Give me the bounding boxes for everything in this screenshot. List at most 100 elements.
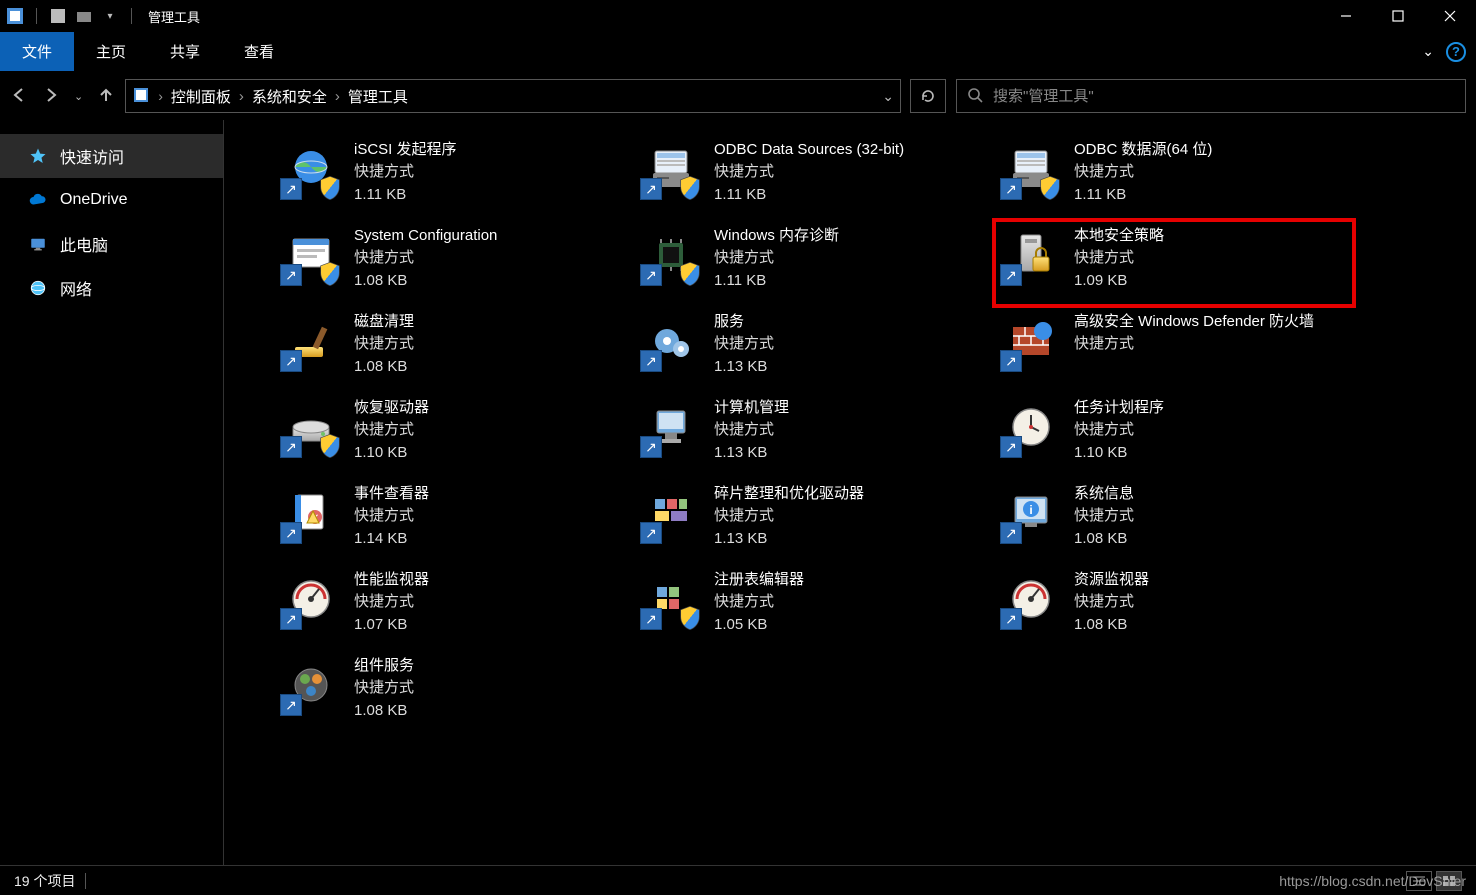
dropdown-icon[interactable]: ▾ [101, 7, 119, 25]
file-meta: ODBC 数据源(64 位)快捷方式1.11 KB [1074, 138, 1212, 205]
eventlog-icon [280, 482, 342, 544]
file-type: 快捷方式 [1074, 420, 1164, 440]
back-button[interactable] [10, 86, 28, 107]
file-item[interactable]: 服务快捷方式1.13 KB [634, 306, 994, 392]
breadcrumb-item[interactable]: 管理工具 [348, 86, 408, 107]
status-item-count: 19 个项目 [14, 871, 75, 891]
shortcut-badge-icon [640, 264, 662, 286]
pc-icon [28, 234, 48, 254]
search-input[interactable] [993, 88, 1455, 105]
file-item[interactable]: 恢复驱动器快捷方式1.10 KB [274, 392, 634, 478]
file-meta: System Configuration快捷方式1.08 KB [354, 224, 497, 291]
up-button[interactable] [97, 86, 115, 107]
file-item[interactable]: 碎片整理和优化驱动器快捷方式1.13 KB [634, 478, 994, 564]
minimize-button[interactable] [1320, 0, 1372, 32]
file-size: 1.11 KB [714, 185, 904, 205]
file-meta: 组件服务快捷方式1.08 KB [354, 654, 414, 721]
file-type: 快捷方式 [714, 506, 864, 526]
sidebar-item-this-pc[interactable]: 此电脑 [0, 222, 223, 266]
file-item[interactable]: ODBC Data Sources (32-bit)快捷方式1.11 KB [634, 134, 994, 220]
breadcrumb-separator: › [335, 88, 340, 105]
shortcut-badge-icon [280, 608, 302, 630]
file-item[interactable]: 计算机管理快捷方式1.13 KB [634, 392, 994, 478]
refresh-button[interactable] [910, 79, 946, 113]
file-meta: 注册表编辑器快捷方式1.05 KB [714, 568, 804, 635]
status-bar: 19 个项目 [0, 865, 1476, 895]
tab-share[interactable]: 共享 [148, 32, 222, 71]
secpol-icon [1000, 224, 1062, 286]
separator [131, 8, 132, 24]
file-size: 1.13 KB [714, 529, 864, 549]
file-type: 快捷方式 [354, 420, 429, 440]
file-type: 快捷方式 [354, 592, 429, 612]
shortcut-badge-icon [1000, 350, 1022, 372]
clock-icon [1000, 396, 1062, 458]
file-meta: 事件查看器快捷方式1.14 KB [354, 482, 429, 549]
breadcrumb-item[interactable]: 控制面板 [171, 86, 231, 107]
file-size: 1.13 KB [714, 443, 789, 463]
address-bar[interactable]: › 控制面板 › 系统和安全 › 管理工具 ⌄ [125, 79, 901, 113]
ribbon: 文件 主页 共享 查看 ⌄ ? [0, 32, 1476, 72]
maximize-button[interactable] [1372, 0, 1424, 32]
file-item[interactable]: 资源监视器快捷方式1.08 KB [994, 564, 1354, 650]
gauge-icon [280, 568, 342, 630]
shortcut-badge-icon [280, 350, 302, 372]
odbc-icon [640, 138, 702, 200]
file-item[interactable]: 磁盘清理快捷方式1.08 KB [274, 306, 634, 392]
file-item[interactable]: 性能监视器快捷方式1.07 KB [274, 564, 634, 650]
shortcut-badge-icon [640, 436, 662, 458]
window-title: 管理工具 [148, 7, 200, 26]
file-item[interactable]: 事件查看器快捷方式1.14 KB [274, 478, 634, 564]
new-folder-icon[interactable] [75, 7, 93, 25]
tab-file[interactable]: 文件 [0, 32, 74, 71]
forward-button[interactable] [42, 86, 60, 107]
quick-access-toolbar: ▾ 管理工具 [0, 7, 200, 26]
help-icon[interactable]: ? [1446, 42, 1466, 62]
file-name: 服务 [714, 312, 774, 332]
file-size: 1.08 KB [1074, 529, 1134, 549]
recent-dropdown-icon[interactable]: ⌄ [74, 90, 83, 103]
file-item[interactable]: 高级安全 Windows Defender 防火墙快捷方式 [994, 306, 1354, 392]
shortcut-badge-icon [280, 178, 302, 200]
file-item[interactable]: 任务计划程序快捷方式1.10 KB [994, 392, 1354, 478]
chip-icon [640, 224, 702, 286]
breadcrumb-separator: › [158, 88, 163, 104]
drive-icon [280, 396, 342, 458]
sidebar-item-onedrive[interactable]: OneDrive [0, 178, 223, 222]
shield-overlay-icon [316, 174, 344, 202]
file-type: 快捷方式 [354, 506, 429, 526]
properties-icon[interactable] [49, 7, 67, 25]
titlebar: ▾ 管理工具 [0, 0, 1476, 32]
file-item[interactable]: 本地安全策略快捷方式1.09 KB [994, 220, 1354, 306]
file-item[interactable]: iSCSI 发起程序快捷方式1.11 KB [274, 134, 634, 220]
shortcut-badge-icon [640, 178, 662, 200]
file-item[interactable]: 注册表编辑器快捷方式1.05 KB [634, 564, 994, 650]
file-item[interactable]: ODBC 数据源(64 位)快捷方式1.11 KB [994, 134, 1354, 220]
address-dropdown-icon[interactable]: ⌄ [882, 88, 894, 105]
sidebar-item-network[interactable]: 网络 [0, 266, 223, 310]
sidebar-item-quick-access[interactable]: 快速访问 [0, 134, 223, 178]
breadcrumb-item[interactable]: 系统和安全 [252, 86, 327, 107]
file-type: 快捷方式 [714, 162, 904, 182]
tab-view[interactable]: 查看 [222, 32, 296, 71]
watermark: https://blog.csdn.net/DovSnier [1279, 873, 1466, 889]
ribbon-expand-icon[interactable]: ⌄ [1422, 43, 1434, 60]
sidebar-item-label: 网络 [60, 276, 92, 300]
file-type: 快捷方式 [714, 334, 774, 354]
search-box[interactable] [956, 79, 1466, 113]
compmgmt-icon [640, 396, 702, 458]
close-button[interactable] [1424, 0, 1476, 32]
file-size: 1.11 KB [1074, 185, 1212, 205]
file-item[interactable]: System Configuration快捷方式1.08 KB [274, 220, 634, 306]
file-item[interactable]: 组件服务快捷方式1.08 KB [274, 650, 634, 736]
file-size: 1.11 KB [354, 185, 457, 205]
file-meta: 服务快捷方式1.13 KB [714, 310, 774, 377]
tab-home[interactable]: 主页 [74, 32, 148, 71]
file-meta: Windows 内存诊断快捷方式1.11 KB [714, 224, 839, 291]
file-size: 1.05 KB [714, 615, 804, 635]
file-item[interactable]: Windows 内存诊断快捷方式1.11 KB [634, 220, 994, 306]
file-size: 1.10 KB [1074, 443, 1164, 463]
file-item[interactable]: 系统信息快捷方式1.08 KB [994, 478, 1354, 564]
sidebar-item-label: 快速访问 [60, 144, 124, 168]
shield-overlay-icon [676, 174, 704, 202]
